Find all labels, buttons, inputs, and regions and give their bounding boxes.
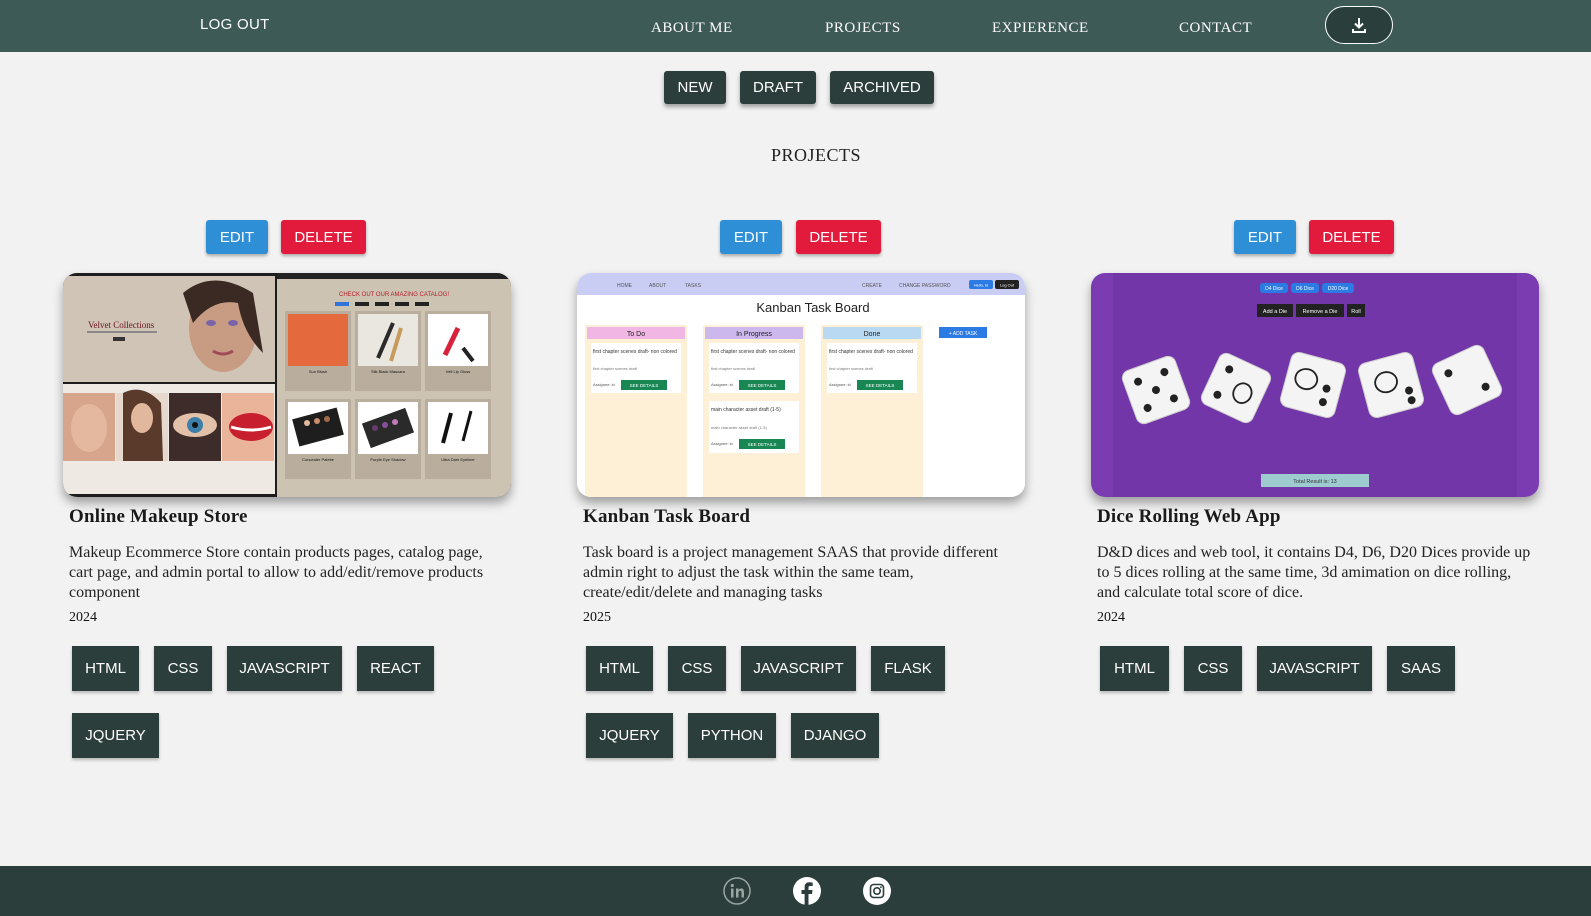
download-button[interactable] bbox=[1325, 6, 1393, 44]
kanban-board-preview: HOME ABOUT TASKS CREATE CHANGE PASSWORD … bbox=[577, 273, 1025, 497]
kanban-see-details: SEE DETAILS bbox=[748, 383, 777, 388]
footer bbox=[0, 866, 1591, 916]
linkedin-icon[interactable] bbox=[722, 876, 752, 906]
filter-draft-button[interactable]: DRAFT bbox=[740, 71, 816, 104]
kanban-board-screenshot[interactable]: HOME ABOUT TASKS CREATE CHANGE PASSWORD … bbox=[577, 273, 1025, 497]
kanban-nav-item: CREATE bbox=[862, 283, 883, 289]
tech-tag[interactable]: HTML bbox=[1100, 646, 1169, 691]
kanban-nav-item: TASKS bbox=[685, 283, 702, 289]
kanban-column-title: To Do bbox=[627, 331, 645, 338]
instagram-icon[interactable] bbox=[862, 876, 892, 906]
project-title: Dice Rolling Web App bbox=[1097, 506, 1281, 527]
dice-type-button: D6 Dice bbox=[1296, 286, 1314, 292]
dice-app-preview: D4 Dice D6 Dice D20 Dice Add a Die Remov… bbox=[1091, 273, 1539, 497]
makeup-catalog-heading: CHECK OUT OUR AMAZING CATALOG! bbox=[339, 292, 449, 298]
kanban-assignee: Assignee: kt bbox=[829, 382, 852, 387]
tech-tag[interactable]: CSS bbox=[154, 646, 212, 691]
kanban-card-title: main character asset draft (1-5) bbox=[711, 407, 781, 413]
tech-tag[interactable]: HTML bbox=[586, 646, 653, 691]
tech-tag[interactable]: JAVASCRIPT bbox=[1257, 646, 1372, 691]
kanban-assignee: Assignee: kt bbox=[711, 382, 734, 387]
tech-tag[interactable]: PYTHON bbox=[688, 713, 776, 758]
tech-tag[interactable]: FLASK bbox=[871, 646, 945, 691]
delete-button[interactable]: DELETE bbox=[1309, 220, 1394, 254]
makeup-product-label: Purple Eye Shadow bbox=[370, 457, 405, 462]
project-description: Task board is a project management SAAS … bbox=[583, 544, 998, 601]
kanban-hello: Hello, kt bbox=[974, 283, 989, 288]
makeup-store-preview: Velvet Collections CHECK OUT OUR AMAZING… bbox=[63, 273, 511, 497]
project-year: 2024 bbox=[1097, 610, 1125, 625]
kanban-see-details: SEE DETAILS bbox=[866, 383, 895, 388]
kanban-logout: Log Out bbox=[1000, 283, 1015, 288]
nav-experience[interactable]: EXPIERENCE bbox=[992, 20, 1089, 37]
kanban-assignee: Assignee: kt bbox=[711, 441, 734, 446]
nav-contact[interactable]: CONTACT bbox=[1179, 20, 1252, 37]
nav-about-me[interactable]: ABOUT ME bbox=[651, 20, 733, 37]
kanban-card-sub: first chapter scenes draft bbox=[829, 366, 874, 371]
delete-button[interactable]: DELETE bbox=[281, 220, 366, 254]
download-icon bbox=[1352, 18, 1366, 33]
tech-tag[interactable]: REACT bbox=[357, 646, 434, 691]
project-description: D&D dices and web tool, it contains D4, … bbox=[1097, 544, 1531, 601]
dice-total-result: Total Result is: 13 bbox=[1293, 479, 1336, 485]
dice-type-button: D4 Dice bbox=[1265, 286, 1283, 292]
kanban-card-sub: main character asset draft (1-5) bbox=[711, 425, 767, 430]
edit-button[interactable]: EDIT bbox=[720, 220, 782, 254]
makeup-product-label: Concealer Palette bbox=[302, 457, 335, 462]
edit-button[interactable]: EDIT bbox=[1234, 220, 1296, 254]
kanban-nav-item: HOME bbox=[617, 283, 633, 289]
tech-tag[interactable]: JAVASCRIPT bbox=[227, 646, 342, 691]
makeup-product-label: Silk Black Mascara bbox=[371, 369, 406, 374]
makeup-store-screenshot[interactable]: Velvet Collections CHECK OUT OUR AMAZING… bbox=[63, 273, 511, 497]
tech-tag[interactable]: JQUERY bbox=[72, 713, 159, 758]
dice-type-button: D20 Dice bbox=[1328, 286, 1349, 292]
kanban-board-title: Kanban Task Board bbox=[756, 300, 869, 315]
kanban-column-title: In Progress bbox=[736, 331, 772, 338]
tech-tag[interactable]: JQUERY bbox=[586, 713, 673, 758]
logout-link[interactable]: LOG OUT bbox=[200, 16, 270, 33]
delete-button[interactable]: DELETE bbox=[796, 220, 881, 254]
kanban-nav-item: ABOUT bbox=[649, 283, 666, 289]
kanban-add-task: + ADD TASK bbox=[949, 331, 978, 337]
top-nav-bar: LOG OUT ABOUT ME PROJECTS EXPIERENCE CON… bbox=[0, 0, 1591, 52]
kanban-see-details: SEE DETAILS bbox=[748, 442, 777, 447]
kanban-card-sub: first chapter scenes draft bbox=[711, 366, 756, 371]
kanban-column-title: Done bbox=[864, 331, 881, 338]
tech-tag[interactable]: JAVASCRIPT bbox=[741, 646, 856, 691]
dice-control-button: Roll bbox=[1351, 309, 1360, 315]
kanban-see-details: SEE DETAILS bbox=[630, 383, 659, 388]
dice-app-screenshot[interactable]: D4 Dice D6 Dice D20 Dice Add a Die Remov… bbox=[1091, 273, 1539, 497]
facebook-icon[interactable] bbox=[792, 876, 822, 906]
project-description: Makeup Ecommerce Store contain products … bbox=[69, 544, 484, 601]
kanban-card-title: first chapter scenes draft- non colored bbox=[711, 349, 795, 355]
kanban-card-title: first chapter scenes draft- non colored bbox=[829, 349, 913, 355]
makeup-product-label: Velt Lip Gloss bbox=[446, 369, 470, 374]
edit-button[interactable]: EDIT bbox=[206, 220, 268, 254]
project-title: Online Makeup Store bbox=[69, 506, 248, 527]
tech-tag[interactable]: CSS bbox=[668, 646, 726, 691]
filter-new-button[interactable]: NEW bbox=[664, 71, 726, 104]
filter-archived-button[interactable]: ARCHIVED bbox=[830, 71, 934, 104]
section-title: PROJECTS bbox=[770, 145, 862, 165]
project-title: Kanban Task Board bbox=[583, 506, 751, 527]
tech-tag[interactable]: DJANGO bbox=[791, 713, 879, 758]
project-year: 2024 bbox=[69, 610, 97, 625]
makeup-brand-text: Velvet Collections bbox=[88, 320, 155, 330]
dice-control-button: Remove a Die bbox=[1303, 309, 1338, 315]
nav-projects[interactable]: PROJECTS bbox=[825, 20, 901, 37]
kanban-assignee: Assignee: kt bbox=[593, 382, 616, 387]
kanban-card-sub: first chapter scenes draft bbox=[593, 366, 638, 371]
project-year: 2025 bbox=[583, 610, 611, 625]
tech-tag[interactable]: CSS bbox=[1184, 646, 1242, 691]
kanban-nav-item: CHANGE PASSWORD bbox=[899, 283, 951, 289]
dice-control-button: Add a Die bbox=[1263, 309, 1287, 315]
kanban-card-title: first chapter scenes draft- non colored bbox=[593, 349, 677, 355]
tech-tag[interactable]: HTML bbox=[72, 646, 139, 691]
makeup-product-label: Ultra Dark Eyeliner bbox=[441, 457, 475, 462]
makeup-product-label: Sun Blush bbox=[309, 369, 327, 374]
tech-tag[interactable]: SAAS bbox=[1387, 646, 1455, 691]
